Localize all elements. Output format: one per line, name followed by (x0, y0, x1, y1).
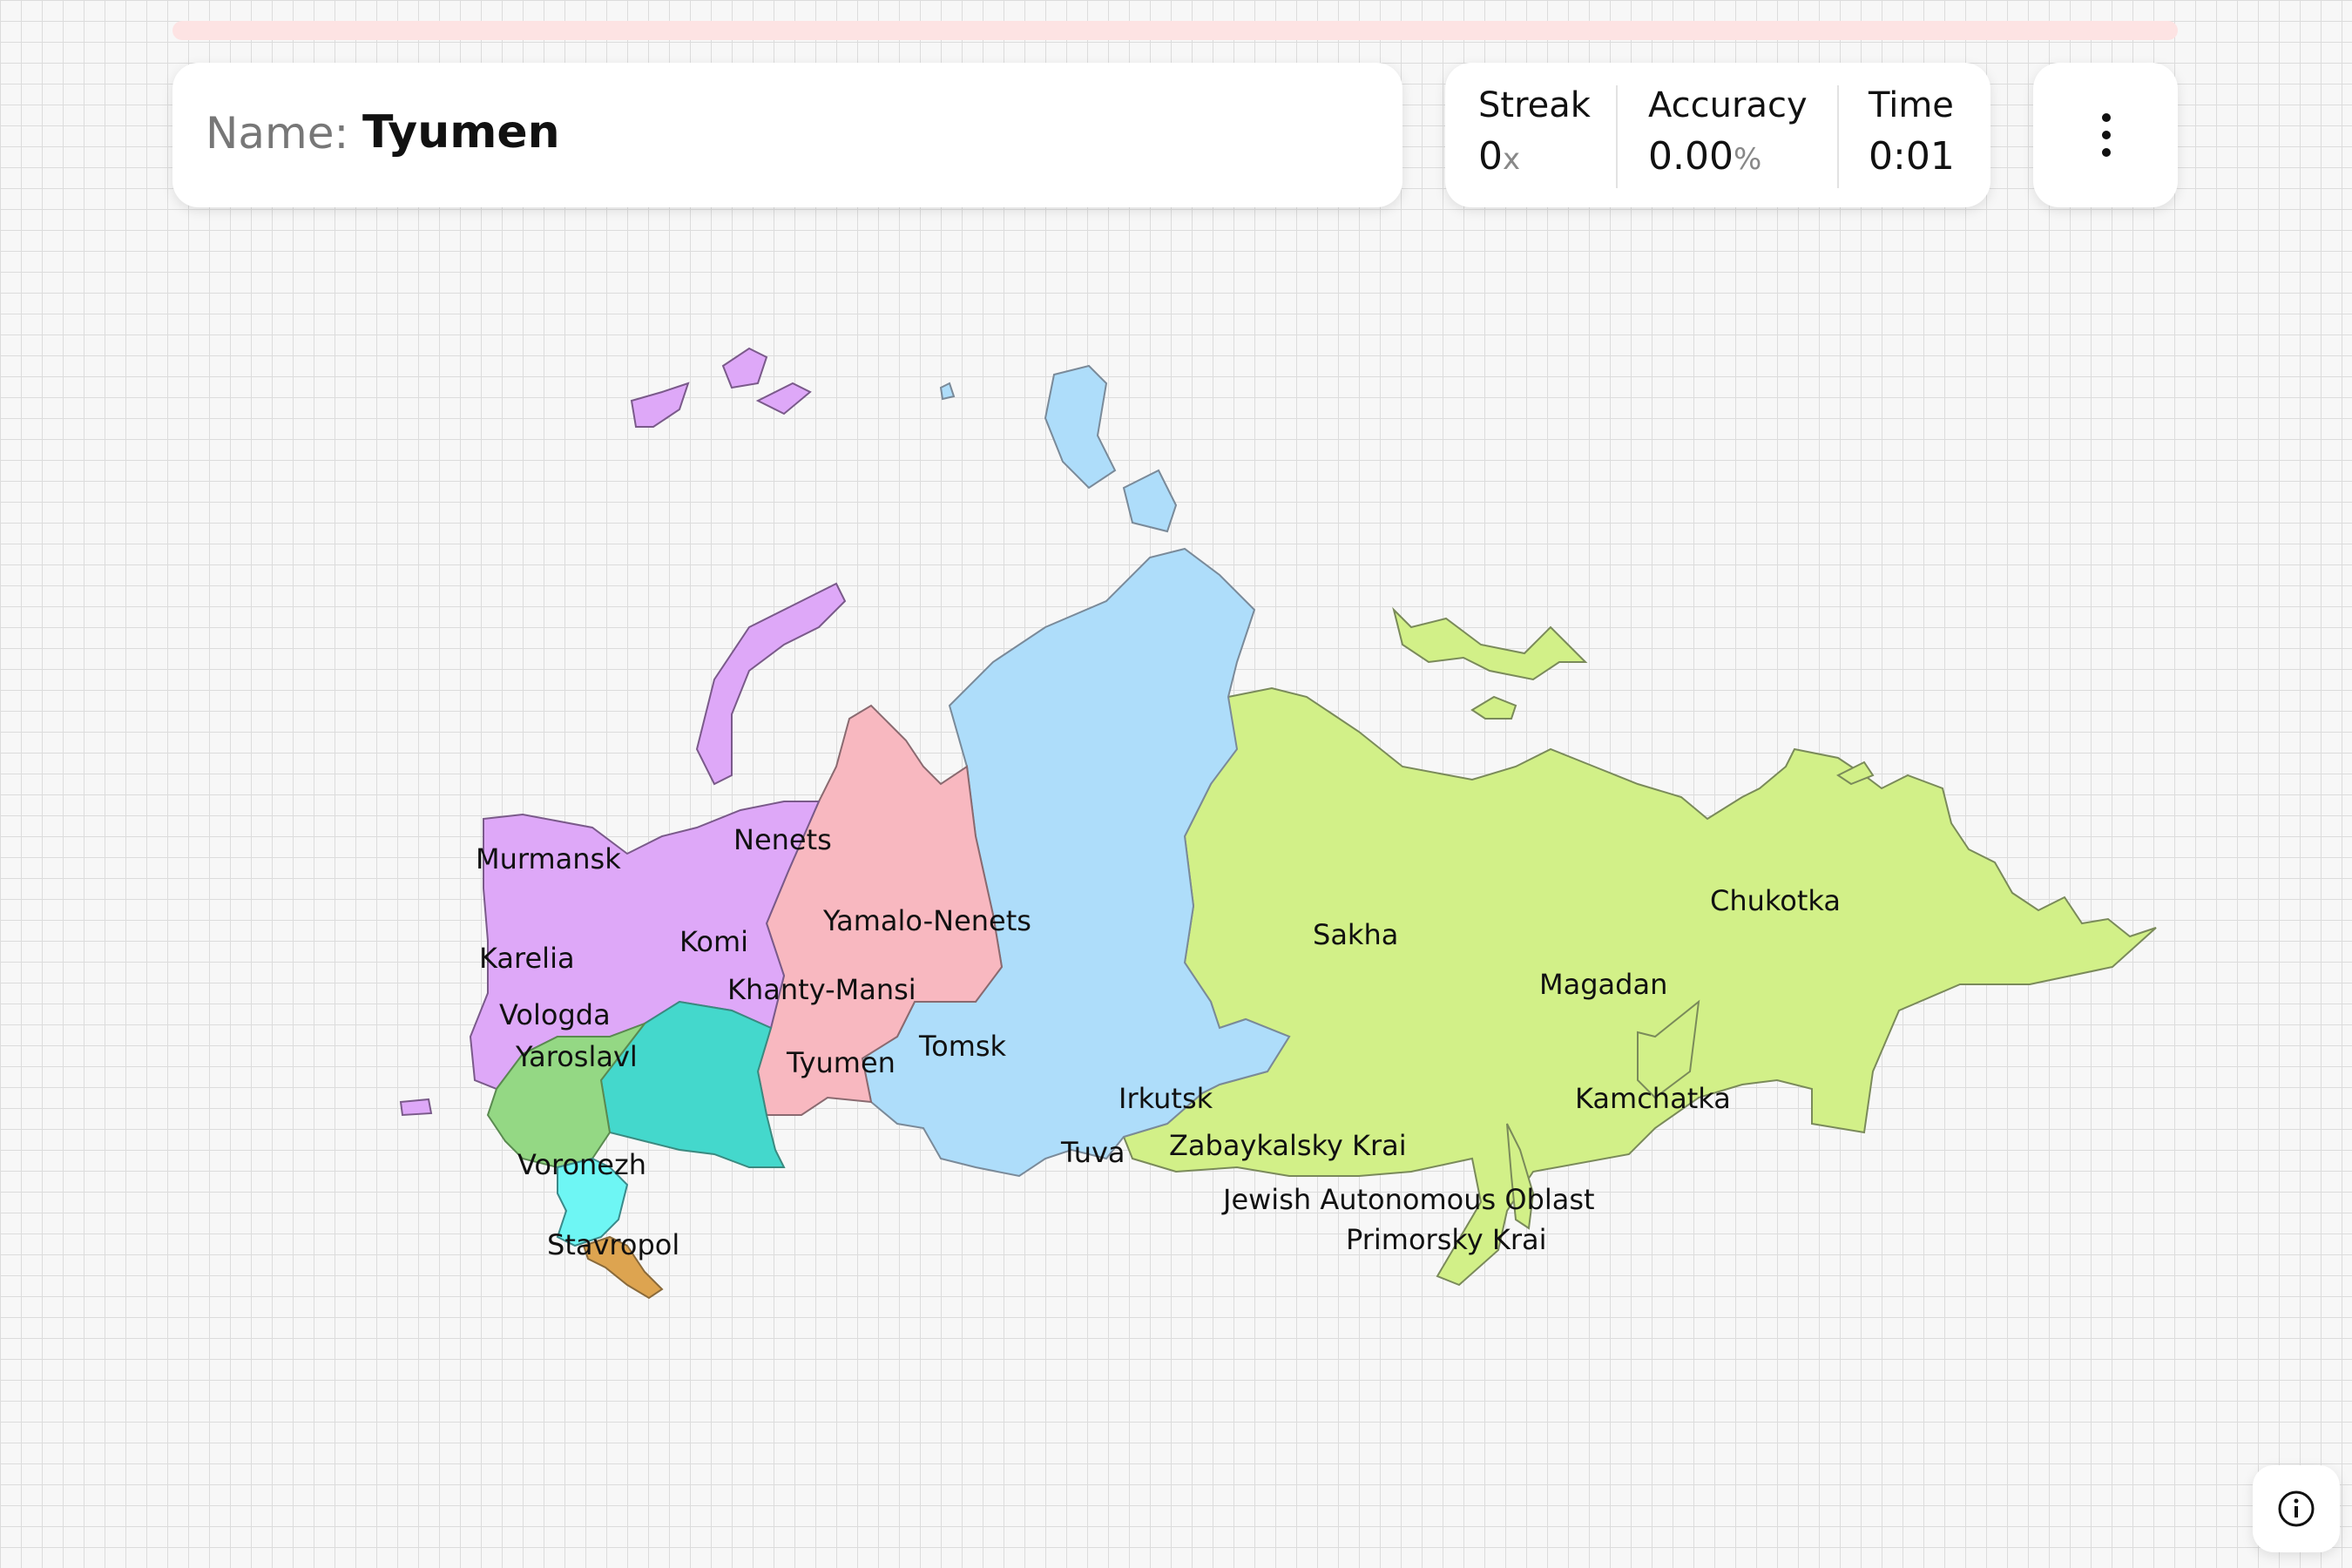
region-label: Nenets (733, 823, 832, 856)
region-label: Yamalo-Nenets (822, 904, 1031, 937)
region-label: Primorsky Krai (1346, 1223, 1547, 1256)
info-icon (2278, 1490, 2315, 1527)
region-label: Yaroslavl (515, 1040, 638, 1073)
region-label: Zabaykalsky Krai (1169, 1129, 1407, 1162)
region-label: Voronezh (517, 1148, 646, 1181)
region-label: Vologda (499, 998, 611, 1031)
region-label: Khanty-Mansi (727, 973, 916, 1006)
region-label: Tyumen (786, 1046, 896, 1079)
russia-map: Murmansk Nenets Karelia Komi Yamalo-Nene… (399, 347, 2157, 1300)
info-button[interactable] (2253, 1465, 2340, 1552)
region-label: Komi (679, 925, 748, 958)
region-label: Karelia (479, 942, 575, 975)
region-label: Jewish Autonomous Oblast (1221, 1183, 1595, 1216)
region-label: Sakha (1313, 918, 1398, 951)
region-label: Magadan (1539, 968, 1667, 1001)
region-label: Chukotka (1710, 884, 1841, 917)
region-label: Murmansk (476, 842, 621, 875)
region-label: Tomsk (918, 1030, 1007, 1063)
region-label: Tuva (1060, 1136, 1125, 1169)
region-label: Irkutsk (1119, 1082, 1213, 1115)
region-label: Kamchatka (1575, 1082, 1731, 1115)
region-label: Stavropol (547, 1228, 679, 1261)
